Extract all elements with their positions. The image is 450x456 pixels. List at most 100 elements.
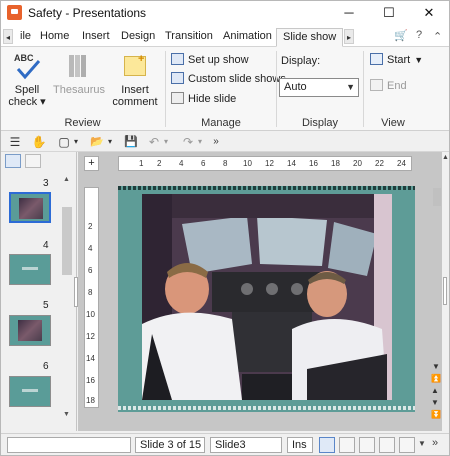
help-icon[interactable]: ? bbox=[416, 29, 422, 41]
slide-thumbnail-4[interactable] bbox=[9, 254, 51, 285]
thumbnail-number: 5 bbox=[43, 300, 49, 311]
slide-sorter-icon[interactable] bbox=[339, 437, 355, 453]
window-title: Safety - Presentations bbox=[28, 6, 147, 20]
slide-count: Slide 3 of 15 bbox=[135, 437, 205, 453]
last-slide-icon[interactable]: ⏬ bbox=[431, 410, 441, 419]
first-slide-icon[interactable]: ⏫ bbox=[431, 374, 441, 383]
editor-scroll-thumb[interactable] bbox=[433, 188, 441, 206]
ruler-tick: 1 bbox=[139, 159, 144, 168]
insert-mode[interactable]: Ins bbox=[287, 437, 313, 453]
ruler-tick: 10 bbox=[243, 159, 252, 168]
display-field-label: Display: bbox=[281, 55, 321, 67]
vertical-ruler[interactable]: 2 4 6 8 10 12 14 16 18 bbox=[84, 187, 99, 408]
setup-show-button[interactable]: Set up show bbox=[171, 51, 249, 69]
tabs-scroll-right-button[interactable]: ▸ bbox=[344, 29, 354, 44]
hide-slide-button[interactable]: Hide slide bbox=[171, 90, 236, 108]
scroll-down-icon[interactable]: ▼ bbox=[432, 362, 440, 371]
end-icon bbox=[370, 79, 383, 91]
spell-check-button[interactable]: ABC Spell check ▾ bbox=[5, 53, 49, 108]
outline-view-icon[interactable] bbox=[359, 437, 375, 453]
next-slide-icon[interactable]: ▼ bbox=[431, 398, 439, 407]
hide-slide-icon bbox=[171, 92, 184, 104]
tab-slide-show[interactable]: Slide show bbox=[276, 28, 344, 47]
previous-slide-icon[interactable]: ▲ bbox=[431, 386, 439, 395]
menu-icon[interactable]: ☰ bbox=[7, 134, 23, 150]
ruler-origin-icon[interactable]: + bbox=[84, 156, 99, 171]
undo-icon[interactable]: ↶ bbox=[147, 134, 161, 150]
cockpit-photo[interactable] bbox=[142, 194, 392, 400]
notes-view-icon[interactable] bbox=[379, 437, 395, 453]
cart-icon[interactable]: 🛒 bbox=[394, 29, 408, 42]
slide-bottom-border bbox=[118, 406, 415, 410]
chevron-down-icon: ▼ bbox=[346, 82, 355, 92]
manage-group-label: Manage bbox=[201, 117, 241, 129]
slideshow-view-icon[interactable] bbox=[399, 437, 415, 453]
scroll-up-icon[interactable]: ▲ bbox=[63, 176, 70, 183]
chevron-down-icon[interactable]: ▼ bbox=[418, 439, 426, 448]
redo-icon[interactable]: ↷ bbox=[181, 134, 195, 150]
thumbnail-number: 6 bbox=[43, 361, 49, 372]
panel-scroll-thumb[interactable] bbox=[62, 207, 72, 275]
status-bar: Slide 3 of 15 Slide3 Ins ▼ » bbox=[1, 433, 449, 455]
hand-icon[interactable]: ✋ bbox=[31, 134, 47, 150]
open-folder-icon[interactable]: 📂 bbox=[89, 134, 105, 150]
slide-thumbnail-3[interactable] bbox=[9, 192, 51, 223]
new-dropdown-icon[interactable]: ▾ bbox=[71, 134, 81, 150]
slides-panel: 3 4 5 6 ▲ ▼ bbox=[1, 152, 78, 431]
more-tools-icon[interactable]: » bbox=[211, 134, 221, 150]
thesaurus-button[interactable]: Thesaurus bbox=[53, 53, 105, 96]
minimize-button[interactable]: ─ bbox=[329, 1, 369, 25]
group-divider bbox=[165, 51, 166, 127]
slide-thumbnail-5[interactable] bbox=[9, 315, 51, 346]
display-select[interactable]: Auto ▼ bbox=[279, 78, 359, 97]
ruler-tick: 12 bbox=[86, 332, 95, 341]
tab-transition[interactable]: Transition bbox=[159, 28, 219, 47]
editor-scrollbar[interactable]: ▲ bbox=[442, 152, 449, 431]
insert-comment-button[interactable]: + Insert comment bbox=[109, 53, 161, 108]
tab-design[interactable]: Design bbox=[115, 28, 161, 47]
outline-view-tab[interactable] bbox=[25, 154, 41, 168]
setup-show-icon bbox=[171, 53, 184, 65]
title-bar: Safety - Presentations ─ ☐ ✕ bbox=[1, 1, 449, 25]
ruler-tick: 18 bbox=[331, 159, 340, 168]
more-options-icon[interactable]: » bbox=[432, 437, 438, 449]
editor-splitter[interactable] bbox=[443, 277, 447, 305]
ruler-tick: 2 bbox=[88, 222, 93, 231]
ruler-tick: 8 bbox=[223, 159, 228, 168]
save-icon[interactable]: 💾 bbox=[123, 134, 139, 150]
new-document-icon[interactable]: ▢ bbox=[57, 134, 71, 150]
slide-canvas[interactable] bbox=[118, 186, 415, 412]
thumbnail-view-tab[interactable] bbox=[5, 154, 21, 168]
slide-name: Slide3 bbox=[210, 437, 282, 453]
ruler-tick: 16 bbox=[86, 376, 95, 385]
tab-insert[interactable]: Insert bbox=[76, 28, 116, 47]
start-icon bbox=[370, 53, 383, 65]
tab-home[interactable]: Home bbox=[34, 28, 75, 47]
thesaurus-icon bbox=[66, 53, 90, 81]
ruler-tick: 12 bbox=[265, 159, 274, 168]
spell-check-icon: ABC bbox=[12, 53, 42, 81]
redo-dropdown-icon[interactable]: ▾ bbox=[195, 134, 205, 150]
open-dropdown-icon[interactable]: ▾ bbox=[105, 134, 115, 150]
ruler-tick: 6 bbox=[201, 159, 206, 168]
scroll-down-icon[interactable]: ▼ bbox=[63, 411, 70, 418]
ruler-tick: 24 bbox=[397, 159, 406, 168]
tab-animation[interactable]: Animation bbox=[217, 28, 278, 47]
custom-shows-icon bbox=[171, 72, 184, 84]
tabs-scroll-left-button[interactable]: ◂ bbox=[3, 29, 13, 44]
close-button[interactable]: ✕ bbox=[409, 1, 449, 25]
ruler-tick: 4 bbox=[179, 159, 184, 168]
normal-view-icon[interactable] bbox=[319, 437, 335, 453]
scroll-up-icon[interactable]: ▲ bbox=[442, 154, 449, 161]
status-field bbox=[7, 437, 131, 453]
custom-slide-shows-button[interactable]: Custom slide shows bbox=[171, 70, 286, 88]
slide-thumbnail-6[interactable] bbox=[9, 376, 51, 407]
end-show-button[interactable]: End bbox=[370, 77, 407, 95]
ruler-tick: 18 bbox=[86, 396, 95, 405]
maximize-button[interactable]: ☐ bbox=[369, 1, 409, 25]
horizontal-ruler[interactable]: 1 2 4 6 8 10 12 14 16 18 20 22 24 bbox=[118, 156, 412, 171]
undo-dropdown-icon[interactable]: ▾ bbox=[161, 134, 171, 150]
collapse-ribbon-icon[interactable]: ⌃ bbox=[433, 30, 442, 43]
start-show-button[interactable]: Start ▼ bbox=[370, 51, 423, 69]
ruler-tick: 14 bbox=[287, 159, 296, 168]
